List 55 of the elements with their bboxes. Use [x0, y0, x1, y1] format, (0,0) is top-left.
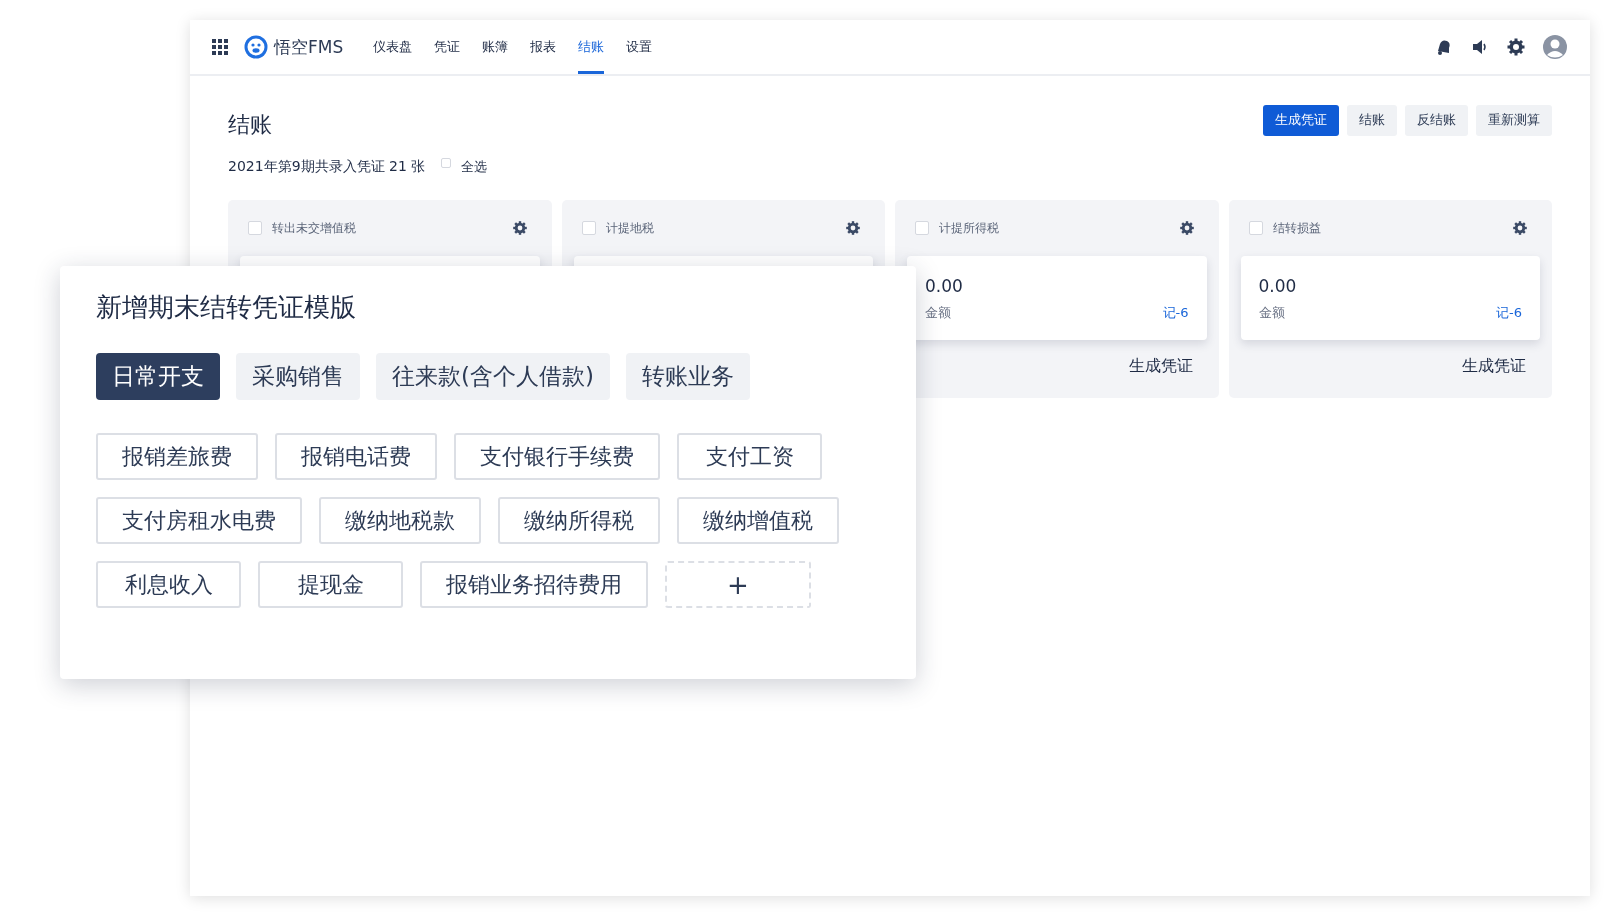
voucher-number-link[interactable]: 记-6 [1162, 304, 1189, 322]
template-button[interactable]: 支付房租水电费 [96, 497, 302, 544]
card-title: 计提地税 [605, 219, 655, 237]
nav-tab[interactable]: 仪表盘 [373, 20, 413, 74]
card-title: 转出未交增值税 [272, 219, 357, 237]
voucher-number-link[interactable]: 记-6 [1496, 304, 1522, 322]
settings-icon[interactable] [1178, 220, 1195, 236]
generate-voucher-link[interactable]: 生成凭证 [1462, 356, 1526, 377]
nav-tab[interactable]: 账簿 [482, 20, 509, 74]
add-template-button[interactable]: + [665, 561, 811, 608]
card-checkbox[interactable] [581, 221, 596, 235]
template-button[interactable]: 缴纳增值税 [677, 497, 839, 544]
template-button[interactable]: 缴纳地税款 [319, 497, 481, 544]
generate-voucher-link[interactable]: 生成凭证 [1128, 356, 1193, 377]
category-tab[interactable]: 转账业务 [625, 353, 750, 400]
template-button[interactable]: 提现金 [258, 561, 403, 608]
settings-icon[interactable] [511, 220, 528, 236]
nav-tab[interactable]: 凭证 [434, 20, 461, 74]
card-checkbox[interactable] [915, 221, 929, 235]
page-title: 结账 [228, 111, 272, 139]
category-tab[interactable]: 日常开支 [96, 353, 220, 400]
card-checkbox[interactable] [1248, 221, 1263, 235]
amount-label: 金额 [925, 304, 951, 322]
template-button[interactable]: 支付工资 [677, 433, 822, 480]
card-checkbox[interactable] [248, 221, 262, 235]
period-summary: 2021年第9期共录入凭证 21 张 [228, 158, 426, 176]
template-button[interactable]: 支付银行手续费 [454, 433, 660, 480]
action-button[interactable]: 重新测算 [1476, 104, 1552, 136]
select-all-label: 全选 [461, 158, 488, 176]
monkey-face-logo-icon [244, 35, 268, 59]
app-grid-icon[interactable] [212, 39, 228, 55]
nav-tab[interactable]: 报表 [530, 20, 557, 74]
app-name: 悟空FMS [274, 35, 344, 59]
template-button[interactable]: 报销业务招待费用 [420, 561, 648, 608]
category-tab[interactable]: 往来款(含个人借款) [376, 353, 610, 400]
action-button[interactable]: 反结账 [1405, 104, 1468, 136]
dialog-title: 新增期末结转凭证模版 [96, 291, 357, 324]
template-button[interactable]: 报销差旅费 [96, 433, 258, 480]
settings-icon[interactable] [845, 220, 861, 236]
user-avatar-icon[interactable] [1542, 34, 1568, 60]
nav-tab[interactable]: 设置 [626, 20, 653, 74]
category-tab[interactable]: 采购销售 [236, 353, 360, 400]
amount-label: 金额 [1258, 304, 1285, 322]
card-title: 结转损益 [1272, 219, 1322, 237]
select-all-checkbox[interactable] [441, 158, 452, 168]
nav-tab[interactable]: 结账 [578, 20, 605, 74]
amount-value: 0.00 [1258, 276, 1298, 298]
amount-value: 0.00 [925, 276, 964, 298]
action-button[interactable]: 结账 [1347, 104, 1397, 136]
action-button[interactable]: 生成凭证 [1263, 104, 1339, 136]
settings-icon[interactable] [1512, 220, 1528, 236]
template-button[interactable]: 利息收入 [96, 561, 241, 608]
card-title: 计提所得税 [939, 219, 1000, 237]
template-button[interactable]: 缴纳所得税 [498, 497, 660, 544]
template-button[interactable]: 报销电话费 [275, 433, 437, 480]
